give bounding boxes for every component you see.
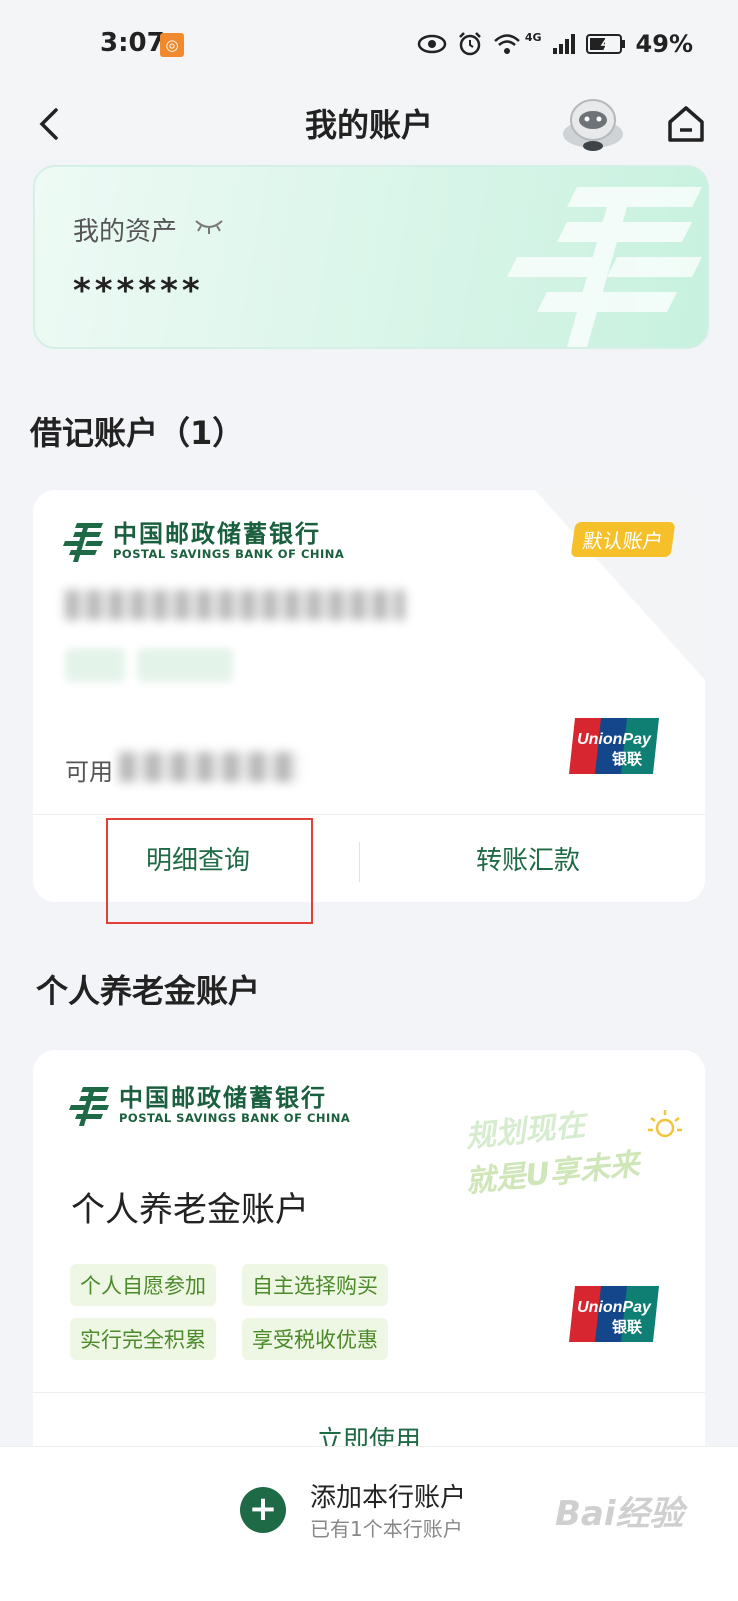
pension-section-title: 个人养老金账户 (36, 972, 261, 1010)
page-title: 我的账户 (304, 106, 433, 144)
bank-name-cn: 中国邮政储蓄银行 (113, 520, 321, 548)
asset-label: 我的资产 (73, 217, 178, 247)
card-divider (33, 1392, 705, 1393)
account-number-redacted (65, 590, 405, 620)
top-nav-bar: 我的账户 (0, 90, 738, 160)
notification-icon: ◎ (160, 33, 184, 57)
alarm-icon (458, 32, 481, 56)
action-separator (359, 842, 360, 882)
home-icon[interactable] (664, 102, 708, 146)
postal-logo-watermark-icon (507, 187, 702, 347)
account-tag-redacted (65, 648, 125, 682)
feature-tag: 实行完全积累 (70, 1318, 216, 1360)
assistant-avatar-icon[interactable] (560, 94, 626, 156)
feature-tag: 自主选择购买 (242, 1264, 388, 1306)
bank-name-en: POSTAL SAVINGS BANK OF CHINA (113, 547, 345, 561)
unionpay-text-cn: 银联 (612, 750, 643, 768)
hide-balance-icon[interactable] (193, 215, 225, 237)
asset-summary-card: 我的资产 ****** (33, 165, 709, 349)
postal-bank-logo-icon (69, 1087, 109, 1126)
unionpay-text-en: UnionPay (577, 731, 652, 748)
sun-icon (648, 1110, 682, 1138)
unionpay-logo-icon: UnionPay 银联 (569, 718, 659, 774)
bank-logo: 中国邮政储蓄银行 POSTAL SAVINGS BANK OF CHINA (63, 520, 344, 562)
status-time: 3:07 (100, 28, 165, 58)
card-divider (33, 814, 705, 815)
baidu-watermark: Bai经验 (555, 1494, 684, 1534)
add-account-subtitle: 已有1个本行账户 (310, 1517, 463, 1541)
transfer-button[interactable]: 转账汇款 (393, 840, 663, 877)
battery-icon (585, 34, 625, 54)
unionpay-logo-icon: UnionPay 银联 (569, 1286, 659, 1342)
pension-account-card[interactable]: 中国邮政储蓄银行 POSTAL SAVINGS BANK OF CHINA 规划… (33, 1050, 705, 1470)
available-balance-label: 可用 (65, 758, 113, 786)
network-label: 4G (524, 30, 542, 44)
feature-tag: 享受税收优惠 (242, 1318, 388, 1360)
eye-icon (417, 34, 447, 54)
add-account-title[interactable]: 添加本行账户 (310, 1477, 466, 1514)
asset-value: ****** (73, 271, 204, 311)
unionpay-text-en: UnionPay (577, 1299, 652, 1316)
system-icons: 4G 49% (417, 30, 693, 58)
bank-name-en: POSTAL SAVINGS BANK OF CHINA (119, 1111, 351, 1125)
signal-icon (552, 34, 575, 54)
default-account-badge: 默认账户 (570, 522, 676, 557)
bank-name-cn: 中国邮政储蓄银行 (119, 1084, 327, 1112)
pension-slogan: 规划现在 就是U享未来 (464, 1106, 685, 1206)
battery-percent: 49% (635, 30, 693, 58)
card-type-tag-redacted (137, 648, 233, 682)
status-bar: 3:07 ◎ 4G 49% (0, 0, 738, 90)
add-icon[interactable]: + (240, 1487, 286, 1533)
highlight-box (106, 818, 313, 924)
bank-logo: 中国邮政储蓄银行 POSTAL SAVINGS BANK OF CHINA (69, 1084, 350, 1126)
wifi-icon (494, 34, 520, 54)
pension-account-title: 个人养老金账户 (71, 1190, 309, 1230)
available-balance-redacted (119, 752, 299, 782)
unionpay-text-cn: 银联 (612, 1318, 643, 1336)
feature-tag: 个人自愿参加 (70, 1264, 216, 1306)
card-corner-decoration (535, 490, 705, 680)
postal-bank-logo-icon (63, 523, 103, 562)
debit-section-title: 借记账户（1） (30, 414, 245, 452)
